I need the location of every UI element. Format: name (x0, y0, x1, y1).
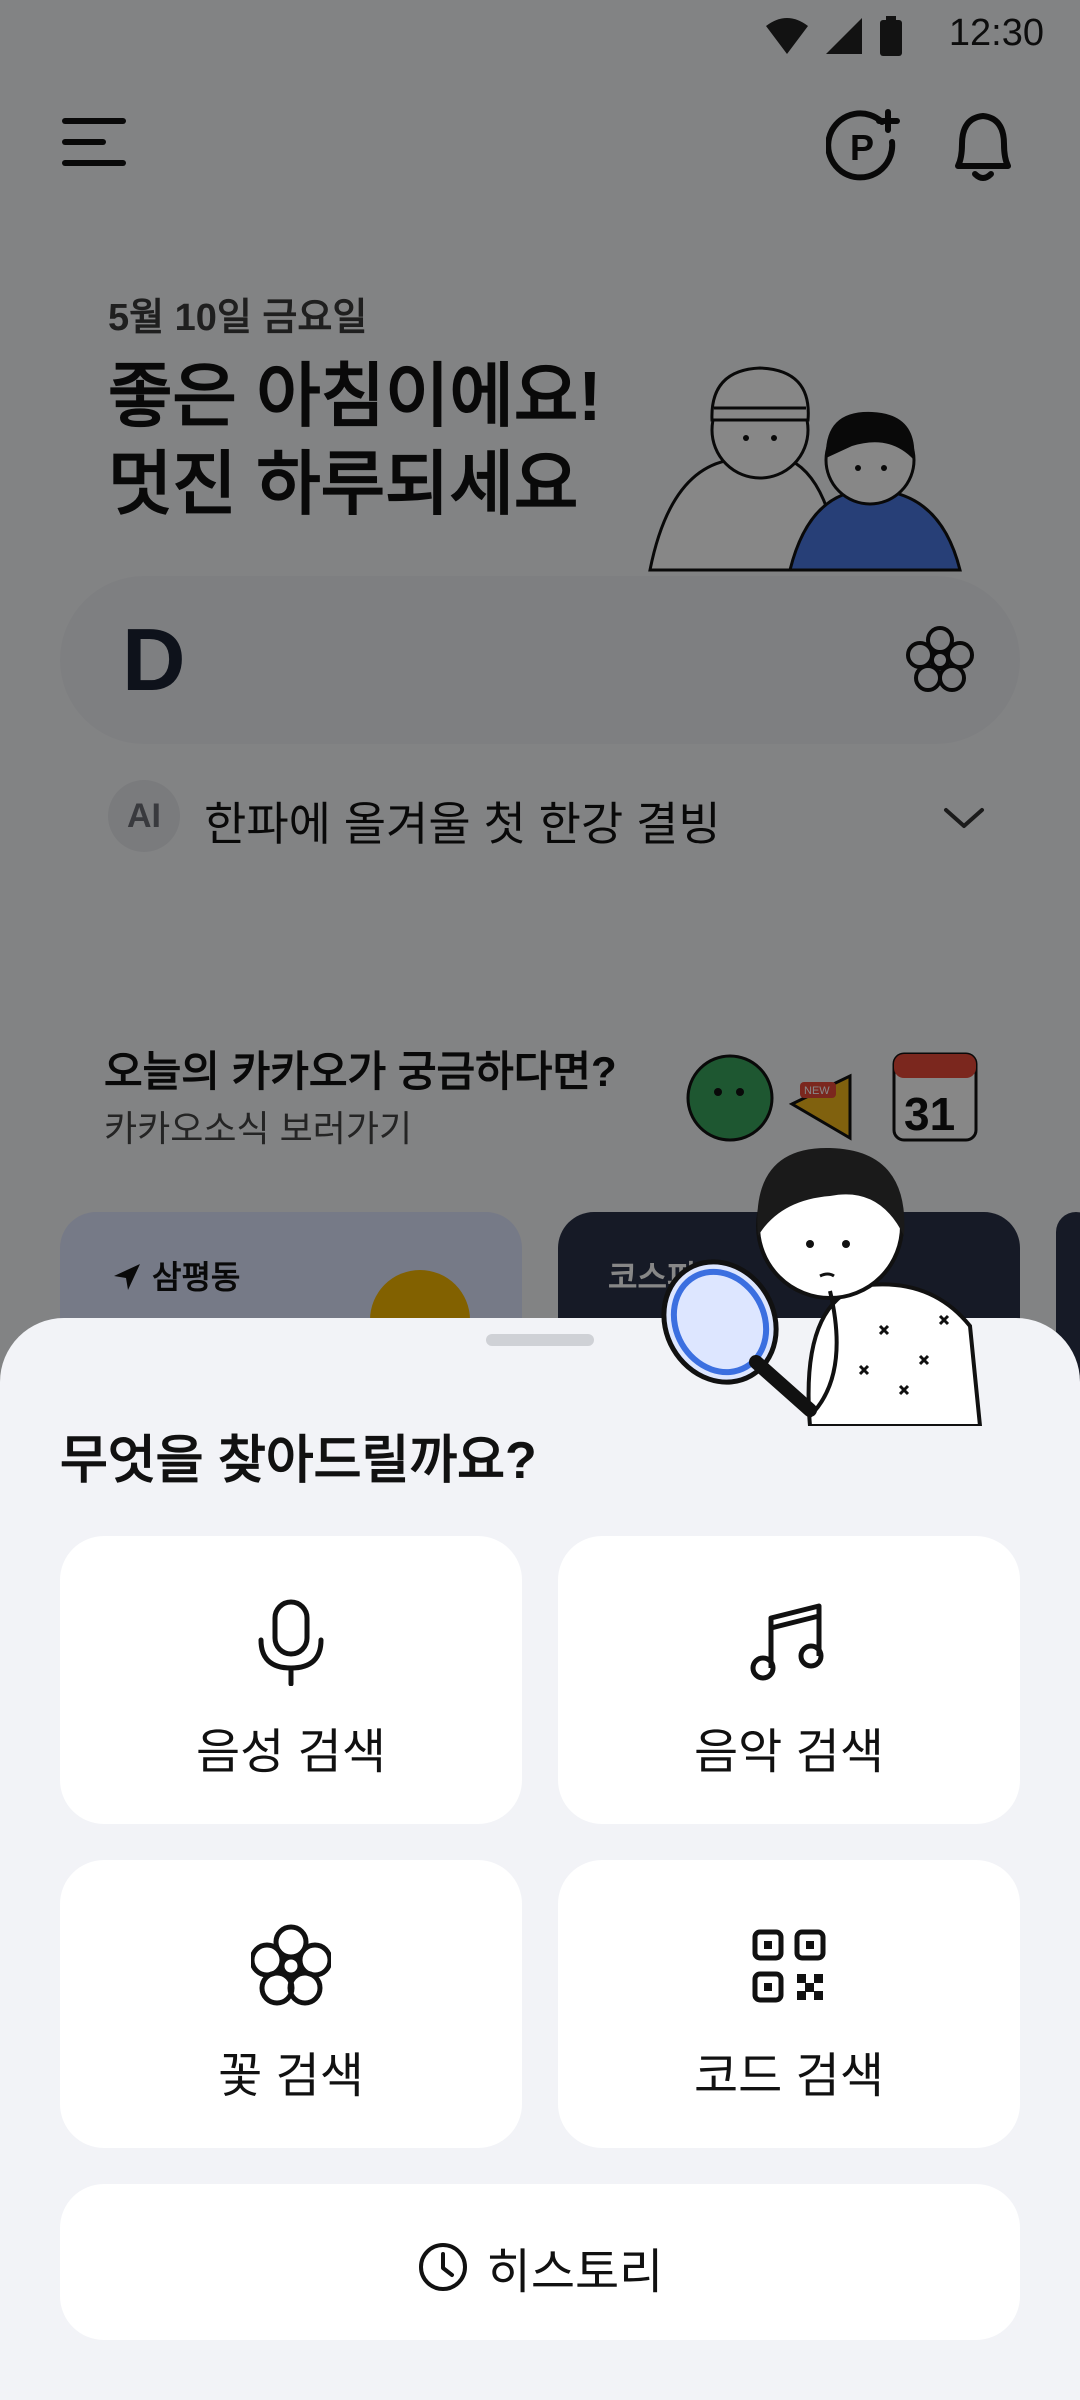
history-label: 히스토리 (486, 2246, 664, 2299)
music-note-icon (750, 1603, 824, 1681)
search-options-sheet: 무엇을 찾아드릴까요? 음성 검색 음악 검색 꽃 검색 코드 검색 히스토리 (0, 1318, 1080, 2400)
flower-search-button[interactable]: 꽃 검색 (60, 1860, 522, 2148)
sheet-handle[interactable] (486, 1334, 594, 1346)
sheet-title: 무엇을 찾아드릴까요? (60, 1432, 537, 1490)
search-woman-illustration (661, 1147, 983, 1426)
history-button[interactable]: 히스토리 (60, 2184, 1020, 2340)
flower-icon (251, 1924, 331, 2006)
clock-icon (418, 2243, 467, 2291)
qr-code-icon (752, 1929, 826, 2003)
voice-search-button[interactable]: 음성 검색 (60, 1536, 522, 1824)
music-search-button[interactable]: 음악 검색 (558, 1536, 1020, 1824)
home-screen: 12:30 P 5월 10일 금요일 좋은 아침이에요! 멋진 하루되세요 D (0, 0, 1080, 2400)
microphone-icon (258, 1599, 324, 1686)
voice-search-label: 음성 검색 (196, 1726, 386, 1779)
code-search-label: 코드 검색 (694, 2050, 884, 2103)
code-search-button[interactable]: 코드 검색 (558, 1860, 1020, 2148)
music-search-label: 음악 검색 (694, 1726, 884, 1779)
flower-search-label: 꽃 검색 (218, 2050, 364, 2103)
